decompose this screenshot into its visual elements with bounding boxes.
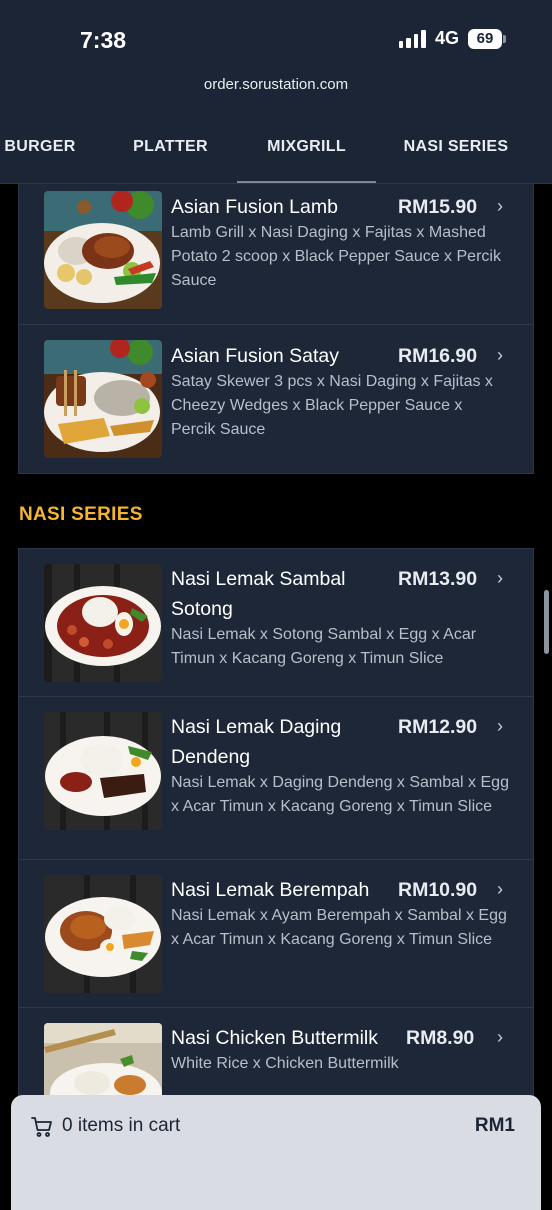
cart-icon (30, 1115, 54, 1139)
menu-item[interactable]: Nasi Lemak Sambal Sotong RM13.90 › Nasi … (19, 549, 533, 697)
menu-item[interactable]: Asian Fusion Lamb RM15.90 › Lamb Grill x… (19, 184, 533, 325)
item-price: RM8.90 (406, 1027, 475, 1049)
chevron-right-icon: › (497, 879, 503, 899)
food-image (44, 191, 162, 309)
item-description: Satay Skewer 3 pcs x Nasi Daging x Fajit… (171, 373, 493, 438)
item-description: Lamb Grill x Nasi Daging x Fajitas x Mas… (171, 224, 501, 289)
food-image (44, 340, 162, 458)
category-tabs: BURGER PLATTER MIXGRILL NASI SERIES (0, 125, 552, 184)
network-label: 4G (434, 28, 459, 48)
chevron-right-icon: › (497, 716, 503, 736)
menu-item[interactable]: Nasi Chicken Buttermilk RM8.90 › White R… (19, 1008, 533, 1109)
item-name: Nasi Chicken Buttermilk (171, 1027, 378, 1049)
menu-item[interactable]: Asian Fusion Satay RM16.90 › Satay Skewe… (19, 325, 533, 474)
menu-item[interactable]: Nasi Lemak Daging Dendeng RM12.90 › Nasi… (19, 697, 533, 860)
menu-item[interactable]: Nasi Lemak Berempah RM10.90 › Nasi Lemak… (19, 860, 533, 1008)
tab-mixgrill[interactable]: MIXGRILL (237, 125, 376, 184)
status-time: 7:38 (80, 27, 127, 53)
item-description: White Rice x Chicken Buttermilk (171, 1055, 399, 1072)
tab-burger[interactable]: BURGER (0, 125, 80, 184)
cart-count: 0 items in cart (62, 1115, 181, 1136)
item-description: Nasi Lemak x Sotong Sambal x Egg x Acar … (171, 626, 477, 667)
mixgrill-card: Asian Fusion Lamb RM15.90 › Lamb Grill x… (18, 184, 534, 474)
section-title-nasi-series: NASI SERIES (19, 504, 143, 525)
chevron-right-icon: › (497, 196, 503, 216)
food-image (44, 564, 162, 682)
food-image (44, 712, 162, 830)
item-price: RM12.90 (398, 716, 478, 738)
chevron-right-icon: › (497, 345, 503, 365)
item-name: Nasi Lemak Daging Dendeng (171, 716, 342, 768)
item-name: Asian Fusion Satay (171, 345, 340, 367)
item-price: RM10.90 (398, 879, 478, 901)
item-price: RM15.90 (398, 196, 478, 218)
item-description: Nasi Lemak x Ayam Berempah x Sambal x Eg… (171, 907, 507, 948)
signal-icon (398, 29, 426, 48)
scrollbar[interactable] (544, 590, 549, 654)
cart-total: RM1 (474, 1115, 515, 1136)
address-bar-url[interactable]: order.sorustation.com (0, 76, 552, 93)
item-name: Asian Fusion Lamb (171, 196, 338, 218)
cart-bar[interactable]: 0 items in cart RM1 (11, 1095, 541, 1210)
tab-nasi-series[interactable]: NASI SERIES (398, 125, 514, 184)
top-bar: 7:38 4G 69 order.sorustation.com BURGER … (0, 0, 552, 184)
item-name: Nasi Lemak Sambal Sotong (171, 568, 346, 620)
tab-platter[interactable]: PLATTER (128, 125, 213, 184)
chevron-right-icon: › (497, 568, 503, 588)
item-price: RM16.90 (398, 345, 478, 367)
chevron-right-icon: › (497, 1027, 503, 1047)
food-image (44, 875, 162, 993)
battery-icon: 69 (468, 28, 506, 49)
nasi-series-card: Nasi Lemak Sambal Sotong RM13.90 › Nasi … (18, 548, 534, 1109)
item-description: Nasi Lemak x Daging Dendeng x Sambal x E… (171, 774, 509, 815)
item-name: Nasi Lemak Berempah (171, 879, 370, 901)
status-indicators: 4G 69 (398, 28, 506, 49)
item-price: RM13.90 (398, 568, 478, 590)
